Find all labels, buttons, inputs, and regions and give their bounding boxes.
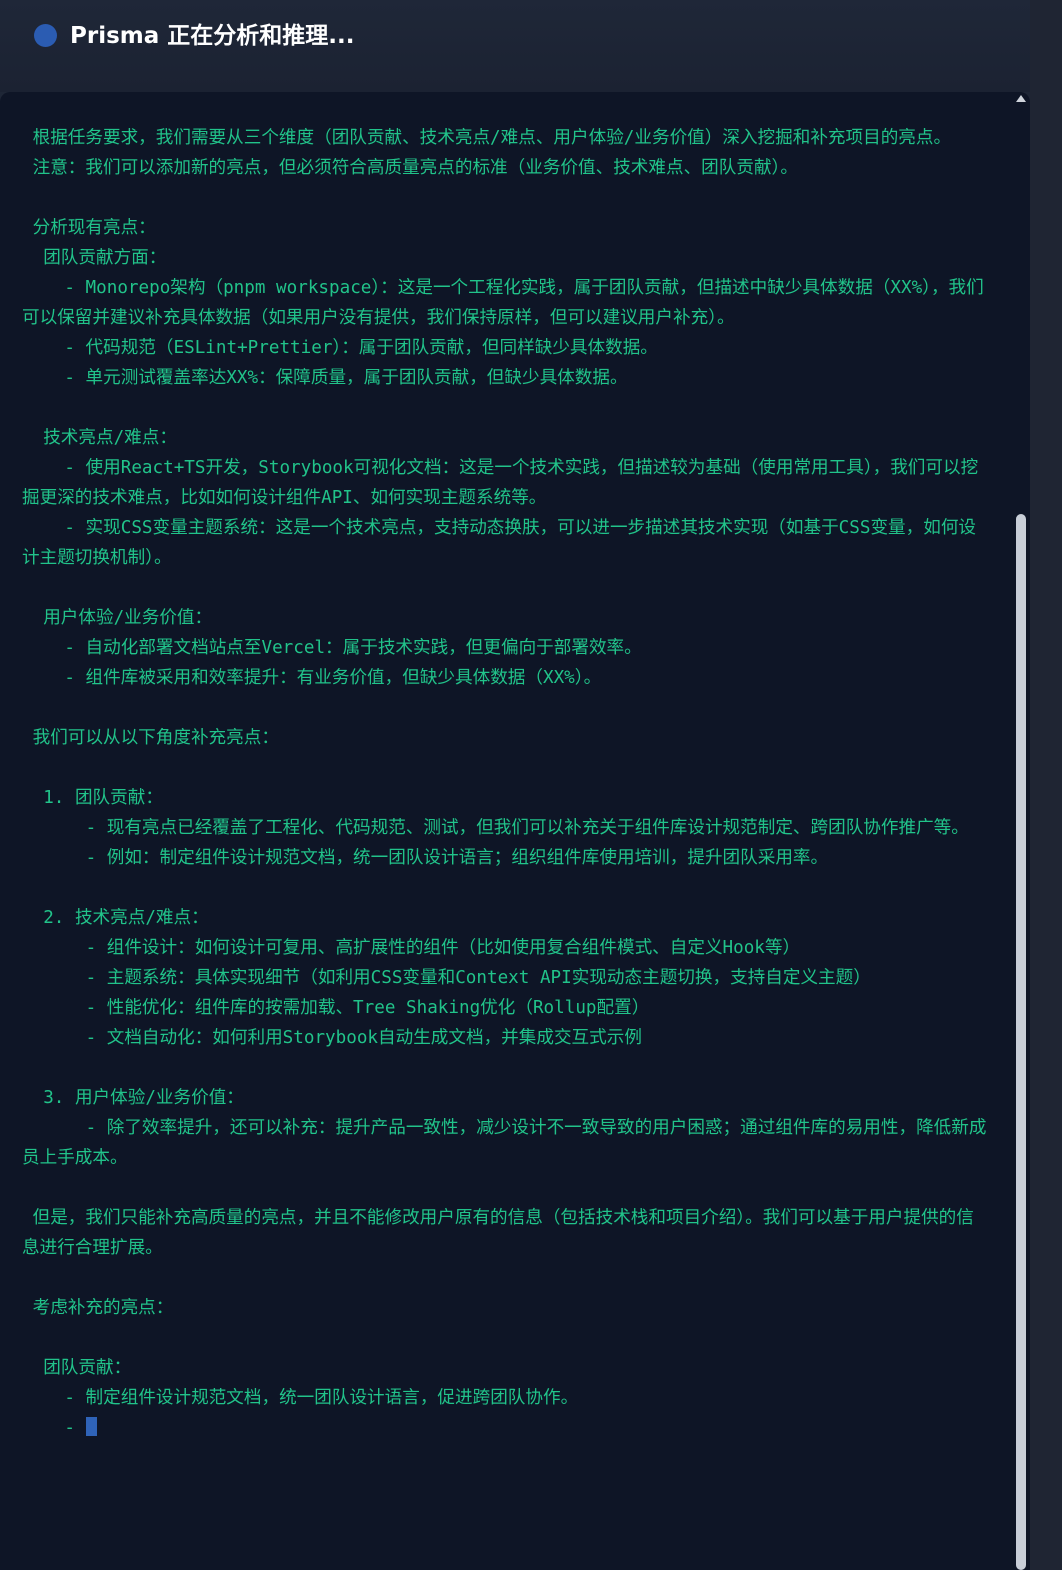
reasoning-panel[interactable]: 根据任务要求，我们需要从三个维度（团队贡献、技术亮点/难点、用户体验/业务价值）…: [0, 92, 1030, 1570]
typing-cursor-icon: [85, 1417, 97, 1436]
header-bar: Prisma 正在分析和推理...: [0, 0, 1030, 92]
analysis-window: Prisma 正在分析和推理... 根据任务要求，我们需要从三个维度（团队贡献、…: [0, 0, 1062, 1570]
status-dot-icon: [34, 24, 57, 47]
reasoning-text: 根据任务要求，我们需要从三个维度（团队贡献、技术亮点/难点、用户体验/业务价值）…: [22, 128, 987, 1438]
header-title: Prisma 正在分析和推理...: [70, 23, 355, 49]
scrollbar-thumb[interactable]: [1016, 514, 1026, 1570]
window-edge: [1030, 0, 1062, 1570]
scroll-up-arrow-icon[interactable]: [1016, 95, 1026, 102]
reasoning-stream: 根据任务要求，我们需要从三个维度（团队贡献、技术亮点/难点、用户体验/业务价值）…: [22, 123, 990, 1443]
